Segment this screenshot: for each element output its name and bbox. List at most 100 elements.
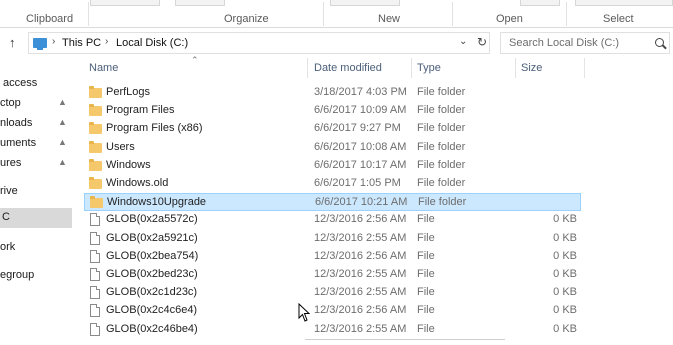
nav-item-pictures[interactable]: ures ▲	[0, 154, 72, 174]
sort-ascending-icon: ⌃	[191, 55, 199, 65]
column-divider[interactable]	[584, 58, 585, 78]
file-date: 12/3/2016 2:55 AM	[314, 232, 407, 244]
pin-icon: ▲	[58, 157, 67, 167]
folder-icon	[89, 104, 102, 116]
breadcrumb-this-pc[interactable]: This PC	[62, 37, 101, 49]
folder-icon	[89, 177, 102, 189]
file-type: File folder	[417, 122, 466, 134]
file-size: 0 KB	[553, 268, 577, 280]
nav-item-label: uments	[0, 137, 37, 149]
file-date: 6/6/2017 1:05 PM	[314, 177, 401, 189]
ribbon-group-select: Select	[603, 13, 634, 25]
column-divider[interactable]	[515, 58, 516, 78]
search-input[interactable]: Search Local Disk (C:)	[500, 32, 670, 54]
nav-item-label: ures	[0, 157, 22, 169]
file-size: 0 KB	[553, 250, 577, 262]
file-icon	[90, 323, 100, 336]
file-row[interactable]: Program Files (x86) 6/6/2017 9:27 PM File …	[84, 120, 581, 138]
file-size: 0 KB	[553, 213, 577, 225]
chevron-down-icon[interactable]: ⌄	[459, 36, 467, 47]
file-type: File	[417, 304, 435, 316]
file-icon	[90, 304, 100, 317]
search-placeholder: Search Local Disk (C:)	[509, 37, 620, 49]
ribbon-divider	[452, 2, 453, 26]
nav-item-homegroup[interactable]: egroup	[0, 266, 72, 286]
nav-item-onedrive[interactable]: rive	[0, 182, 72, 202]
file-name: GLOB(0x2bed23c)	[106, 268, 198, 280]
column-header-size[interactable]: Size	[521, 62, 542, 74]
file-row[interactable]: GLOB(0x2c4c6e4) 12/3/2016 2:56 AM File 0 KB	[84, 302, 581, 320]
up-arrow-icon[interactable]: ↑	[9, 36, 23, 50]
nav-item-label: ctop	[0, 97, 21, 109]
search-icon[interactable]	[655, 38, 664, 47]
column-header-date[interactable]: Date modified	[314, 62, 382, 74]
file-date: 12/3/2016 2:55 AM	[314, 286, 407, 298]
nav-item-label: rive	[0, 185, 18, 197]
file-row[interactable]: GLOB(0x2c1d23c) 12/3/2016 2:55 AM File 0 KB	[84, 284, 581, 302]
ribbon-divider	[88, 2, 89, 26]
ribbon-group-organize: Organize	[224, 13, 269, 25]
file-type: File folder	[417, 159, 466, 171]
file-name: GLOB(0x2c4c6e4)	[106, 304, 198, 316]
file-date: 12/3/2016 2:56 AM	[314, 304, 407, 316]
file-size: 0 KB	[553, 323, 577, 335]
nav-item-documents[interactable]: uments ▲	[0, 134, 72, 154]
file-row[interactable]: GLOB(0x2a5921c) 12/3/2016 2:55 AM File 0 KB	[84, 230, 581, 248]
file-row[interactable]: GLOB(0x2c46be4) 12/3/2016 2:55 AM File 0 KB	[84, 321, 581, 339]
file-icon	[90, 213, 100, 226]
file-row[interactable]: Users 6/6/2017 10:08 AM File folder	[84, 139, 581, 157]
file-row[interactable]: Windows 6/6/2017 10:17 AM File folder	[84, 157, 581, 175]
file-type: File	[417, 250, 435, 262]
chevron-right-icon[interactable]: ›	[52, 36, 55, 47]
file-icon	[90, 286, 100, 299]
refresh-icon[interactable]: ↻	[477, 35, 487, 49]
file-date: 6/6/2017 10:09 AM	[314, 104, 407, 116]
file-date: 12/3/2016 2:56 AM	[314, 213, 407, 225]
mouse-cursor-icon	[298, 303, 310, 322]
ribbon-group-clipboard: Clipboard	[26, 13, 74, 25]
nav-item-label: nloads	[0, 117, 33, 129]
nav-item-network[interactable]: ork	[0, 238, 72, 258]
ribbon-control-cut[interactable]	[520, 0, 560, 6]
ribbon-control-cut[interactable]	[330, 0, 400, 6]
ribbon-control-cut[interactable]	[575, 0, 673, 6]
file-size: 0 KB	[553, 286, 577, 298]
address-bar[interactable]: › This PC › Local Disk (C:) ⌄ ↻	[28, 32, 490, 54]
file-row[interactable]: GLOB(0x2a5572c) 12/3/2016 2:56 AM File 0 KB	[84, 211, 581, 229]
file-name: PerfLogs	[106, 86, 151, 98]
column-divider[interactable]	[307, 58, 308, 78]
file-date: 12/3/2016 2:55 AM	[314, 323, 407, 335]
file-row[interactable]: Program Files 6/6/2017 10:09 AM File folde…	[84, 102, 581, 120]
column-header-name[interactable]: Name	[89, 62, 118, 74]
folder-icon	[89, 141, 102, 153]
file-icon	[90, 250, 100, 263]
divider	[305, 339, 505, 340]
ribbon-divider	[566, 2, 567, 26]
file-name: GLOB(0x2a5921c)	[106, 232, 198, 244]
column-header-type[interactable]: Type	[417, 62, 441, 74]
chevron-right-icon[interactable]: ›	[105, 36, 108, 47]
file-row[interactable]: GLOB(0x2bea754) 12/3/2016 2:56 AM File 0 KB	[84, 248, 581, 266]
file-date: 3/18/2017 4:03 PM	[314, 86, 407, 98]
nav-item-quick-access[interactable]: access	[0, 74, 72, 94]
file-row[interactable]: PerfLogs 3/18/2017 4:03 PM File folder	[84, 84, 581, 102]
nav-item-desktop[interactable]: ctop ▲	[0, 94, 72, 114]
file-date: 6/6/2017 10:17 AM	[314, 159, 407, 171]
folder-icon	[90, 196, 103, 208]
file-row[interactable]: Windows10Upgrade 6/6/2017 10:21 AM File fo…	[84, 193, 581, 211]
file-row[interactable]: GLOB(0x2bed23c) 12/3/2016 2:55 AM File 0 KB	[84, 266, 581, 284]
file-name: GLOB(0x2bea754)	[106, 250, 199, 262]
ribbon: Clipboard Organize New Open Select	[0, 0, 673, 28]
file-row[interactable]: Windows.old 6/6/2017 1:05 PM File folder	[84, 175, 581, 193]
breadcrumb-local-disk[interactable]: Local Disk (C:)	[116, 37, 188, 49]
nav-item-downloads[interactable]: nloads ▲	[0, 114, 72, 134]
column-divider[interactable]	[411, 58, 412, 78]
file-name: GLOB(0x2c1d23c)	[106, 286, 198, 298]
ribbon-control-cut[interactable]	[90, 0, 160, 6]
file-icon	[90, 268, 100, 281]
folder-icon	[89, 159, 102, 171]
file-icon	[90, 232, 100, 245]
file-type: File folder	[418, 196, 467, 208]
nav-item-this-pc[interactable]: C	[0, 208, 72, 228]
ribbon-control-cut[interactable]	[175, 0, 225, 6]
